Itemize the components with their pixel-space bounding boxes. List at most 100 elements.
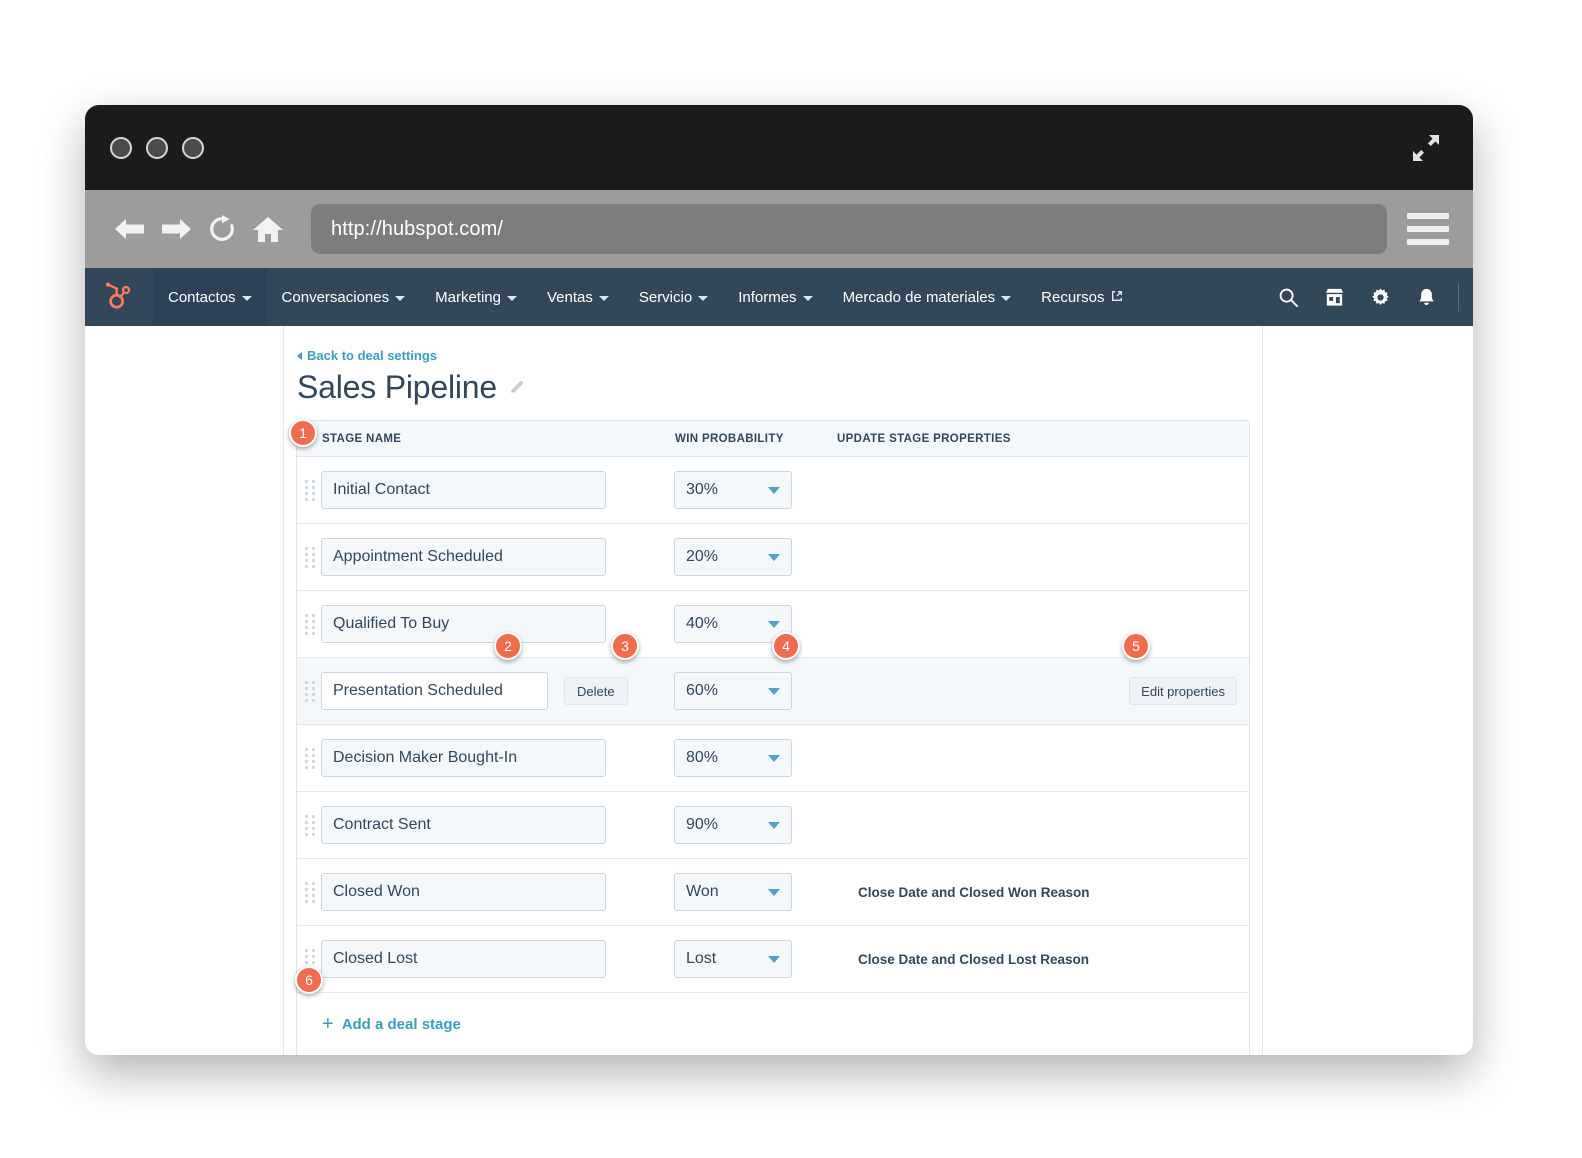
close-window-button[interactable] — [110, 136, 132, 159]
chevron-down-icon — [598, 295, 609, 301]
drag-handle-icon[interactable] — [303, 678, 317, 704]
nav-item-mercado-de-materiales[interactable]: Mercado de materiales — [828, 268, 1027, 326]
chevron-down-icon — [768, 754, 780, 762]
table-row-selected: Delete 60% Edit properties — [297, 658, 1249, 725]
chevron-down-icon — [241, 295, 252, 301]
nav-item-label: Marketing — [435, 288, 501, 306]
stage-name-cell — [321, 538, 674, 576]
stage-name-input[interactable] — [321, 806, 606, 844]
annotation-badge-3: 3 — [611, 632, 639, 660]
stage-name-input[interactable] — [321, 739, 606, 777]
annotation-badge-6: 6 — [295, 966, 323, 994]
notifications-bell-icon[interactable] — [1404, 268, 1448, 326]
expand-arrows-icon[interactable] — [1407, 129, 1445, 167]
table-row: 90% — [297, 792, 1249, 859]
stage-name-input[interactable] — [321, 471, 606, 509]
win-probability-select[interactable]: Won — [674, 873, 792, 911]
stage-name-input[interactable] — [321, 672, 548, 710]
drag-handle-icon[interactable] — [303, 879, 317, 905]
win-probability-cell: Won — [674, 873, 836, 911]
hubspot-app: Contactos Conversaciones Marketing Venta… — [85, 268, 1473, 1055]
external-link-icon — [1111, 289, 1123, 306]
stage-name-cell — [321, 806, 674, 844]
win-probability-select[interactable]: 90% — [674, 806, 792, 844]
hubspot-sprocket-logo[interactable] — [85, 268, 153, 326]
nav-divider — [1458, 283, 1459, 311]
nav-item-label: Recursos — [1041, 288, 1105, 306]
marketplace-icon[interactable] — [1312, 268, 1356, 326]
win-probability-value: 30% — [686, 481, 719, 498]
nav-item-contactos[interactable]: Contactos — [153, 268, 267, 326]
table-row: Lost Close Date and Closed Lost Reason — [297, 926, 1249, 993]
browser-titlebar — [85, 105, 1473, 190]
nav-item-marketing[interactable]: Marketing — [420, 268, 532, 326]
nav-item-informes[interactable]: Informes — [723, 268, 827, 326]
back-link-label: Back to deal settings — [307, 348, 438, 363]
stage-name-cell — [321, 471, 674, 509]
hamburger-menu-icon[interactable] — [1407, 208, 1449, 250]
settings-gear-icon[interactable] — [1358, 268, 1402, 326]
win-probability-value: 80% — [686, 749, 719, 766]
url-text: http://hubspot.com/ — [331, 217, 503, 240]
win-probability-value: 20% — [686, 548, 719, 565]
add-deal-stage-link[interactable]: + Add a deal stage — [322, 1014, 461, 1034]
home-icon[interactable] — [245, 208, 291, 250]
back-arrow-icon[interactable] — [107, 208, 153, 250]
drag-handle-icon[interactable] — [303, 812, 317, 838]
browser-toolbar: http://hubspot.com/ — [85, 190, 1473, 268]
table-row: 30% — [297, 457, 1249, 524]
delete-stage-button[interactable]: Delete — [564, 677, 628, 705]
nav-item-ventas[interactable]: Ventas — [532, 268, 624, 326]
chevron-down-icon — [768, 955, 780, 963]
nav-item-label: Conversaciones — [281, 288, 390, 306]
chevron-down-icon — [506, 295, 517, 301]
win-probability-select[interactable]: 30% — [674, 471, 792, 509]
drag-handle-icon[interactable] — [303, 477, 317, 503]
nav-item-label: Servicio — [638, 288, 693, 306]
drag-handle-icon[interactable] — [303, 611, 317, 637]
chevron-down-icon — [698, 295, 709, 301]
window-traffic-lights — [110, 136, 204, 159]
win-probability-cell: 20% — [674, 538, 836, 576]
reload-icon[interactable] — [199, 208, 245, 250]
nav-item-recursos[interactable]: Recursos — [1026, 268, 1137, 326]
column-header-win-probability: WIN PROBABILITY — [675, 432, 784, 445]
forward-arrow-icon[interactable] — [153, 208, 199, 250]
minimize-window-button[interactable] — [146, 136, 168, 159]
nav-item-conversaciones[interactable]: Conversaciones — [267, 268, 421, 326]
chevron-down-icon — [1001, 295, 1012, 301]
win-probability-select[interactable]: 80% — [674, 739, 792, 777]
table-row: Won Close Date and Closed Won Reason — [297, 859, 1249, 926]
stage-name-input[interactable] — [321, 873, 606, 911]
stage-properties-cell: Close Date and Closed Lost Reason — [836, 952, 1249, 967]
nav-item-label: Mercado de materiales — [842, 288, 996, 306]
column-header-stage-name: STAGE NAME — [322, 432, 402, 445]
page-title-row: Sales Pipeline — [296, 369, 1250, 406]
stage-properties-text: Close Date and Closed Lost Reason — [858, 951, 1090, 967]
win-probability-select[interactable]: 60% — [674, 672, 792, 710]
win-probability-select[interactable]: 20% — [674, 538, 792, 576]
win-probability-value: 90% — [686, 816, 719, 833]
chevron-left-icon — [297, 351, 302, 360]
back-to-deal-settings-link[interactable]: Back to deal settings — [296, 348, 1250, 363]
search-icon[interactable] — [1266, 268, 1310, 326]
win-probability-select[interactable]: Lost — [674, 940, 792, 978]
pencil-icon[interactable] — [509, 379, 526, 396]
chevron-down-icon — [768, 821, 780, 829]
maximize-window-button[interactable] — [182, 136, 204, 159]
stage-name-input[interactable] — [321, 538, 606, 576]
url-bar[interactable]: http://hubspot.com/ — [311, 204, 1387, 254]
win-probability-cell: Lost — [674, 940, 836, 978]
edit-properties-button[interactable]: Edit properties — [1129, 677, 1237, 705]
page-title: Sales Pipeline — [297, 369, 497, 405]
stage-name-cell — [321, 739, 674, 777]
drag-handle-icon[interactable] — [303, 745, 317, 771]
stage-name-input[interactable] — [321, 940, 606, 978]
stage-name-input[interactable] — [321, 605, 606, 643]
win-probability-value: Lost — [686, 950, 717, 967]
drag-handle-icon[interactable] — [303, 544, 317, 570]
nav-item-servicio[interactable]: Servicio — [624, 268, 723, 326]
table-header-row: STAGE NAME WIN PROBABILITY UPDATE STAGE … — [297, 421, 1249, 457]
table-row: 20% — [297, 524, 1249, 591]
win-probability-value: 40% — [686, 615, 719, 632]
